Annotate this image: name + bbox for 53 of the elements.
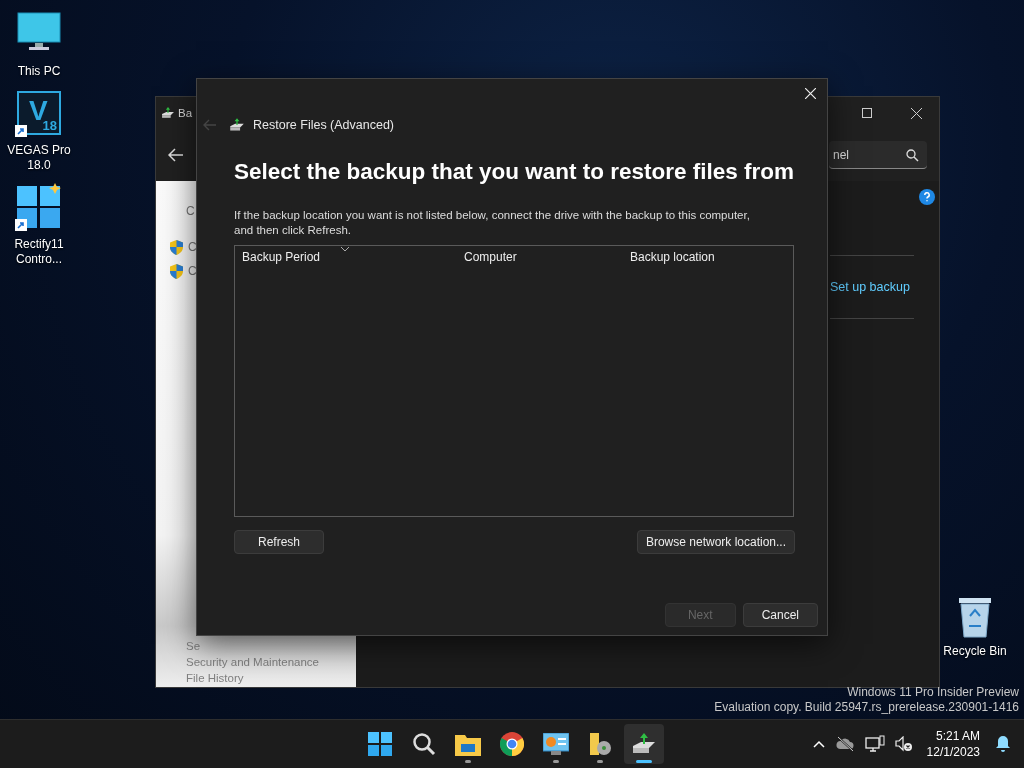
monitor-icon bbox=[17, 12, 61, 52]
close-icon bbox=[804, 87, 816, 99]
cancel-button[interactable]: Cancel bbox=[742, 603, 818, 627]
back-button[interactable] bbox=[168, 148, 186, 162]
column-header[interactable]: Backup location bbox=[623, 246, 793, 268]
network-icon[interactable] bbox=[864, 735, 885, 753]
search-icon[interactable] bbox=[906, 149, 919, 162]
sidebar-link[interactable]: C bbox=[188, 240, 197, 254]
desktop-icon-label[interactable]: Recycle Bin bbox=[938, 644, 1012, 659]
desktop-icon-label[interactable]: Rectify11 Contro... bbox=[2, 237, 76, 267]
column-header[interactable]: Backup Period bbox=[235, 246, 457, 268]
folder-with-disc-icon bbox=[588, 732, 612, 756]
time-text: 5:21 AM bbox=[935, 728, 980, 744]
setup-backup-link[interactable]: Set up backup bbox=[830, 280, 910, 294]
help-icon[interactable] bbox=[919, 189, 935, 205]
column-header[interactable]: Computer bbox=[457, 246, 623, 268]
refresh-button[interactable]: Refresh bbox=[234, 530, 325, 554]
browse-button[interactable]: Browse network location... bbox=[636, 530, 795, 554]
sidebar-link[interactable]: C bbox=[188, 264, 197, 278]
shortcut-arrow-icon bbox=[15, 125, 27, 137]
close-icon bbox=[910, 107, 922, 119]
backup-drive-icon bbox=[631, 732, 657, 756]
taskbar-app-button[interactable] bbox=[624, 724, 664, 764]
browser-icon bbox=[500, 732, 524, 756]
search-icon bbox=[412, 732, 436, 756]
maximize-icon bbox=[862, 108, 872, 118]
desktop-icon-label[interactable]: This PC bbox=[2, 64, 76, 79]
windows-logo-icon bbox=[15, 183, 63, 229]
folder-icon bbox=[455, 732, 481, 756]
backup-list[interactable]: Backup Period Computer Backup location bbox=[234, 245, 794, 517]
notification-bell-icon[interactable] bbox=[996, 736, 1010, 752]
shortcut-arrow-icon bbox=[15, 219, 27, 231]
search-field[interactable]: nel bbox=[829, 141, 927, 169]
sidebar-link[interactable]: C bbox=[186, 204, 195, 218]
backup-drive-icon bbox=[229, 117, 245, 133]
dialog-description: If the backup location you want is not listed below, connect the drive with the backup to this computer, and then click Refresh. bbox=[234, 208, 751, 238]
desktop-icon-label[interactable]: VEGAS Pro 18.0 bbox=[2, 143, 76, 173]
windows-logo-icon bbox=[368, 732, 392, 756]
shield-icon bbox=[170, 239, 183, 255]
dialog-title: Restore Files (Advanced) bbox=[253, 118, 395, 132]
recycle-bin-icon bbox=[957, 596, 993, 638]
cloud-off-icon[interactable] bbox=[834, 736, 855, 752]
date-text: 12/1/2023 bbox=[926, 744, 980, 760]
shield-icon bbox=[170, 263, 183, 279]
window-title: Ba bbox=[178, 107, 193, 119]
control-panel-icon bbox=[543, 733, 569, 755]
backup-drive-icon bbox=[161, 106, 175, 120]
volume-muted-icon[interactable] bbox=[894, 736, 913, 752]
chevron-up-icon[interactable] bbox=[812, 740, 825, 748]
watermark-text: Windows 11 Pro Insider Preview bbox=[846, 685, 1019, 700]
dialog-heading: Select the backup that you want to restore files from bbox=[234, 159, 796, 185]
clock[interactable]: 5:21 AM 12/1/2023 bbox=[926, 728, 980, 760]
watermark-text: Evaluation copy. Build 25947.rs_prerelease.230901-1416 bbox=[714, 700, 1019, 715]
